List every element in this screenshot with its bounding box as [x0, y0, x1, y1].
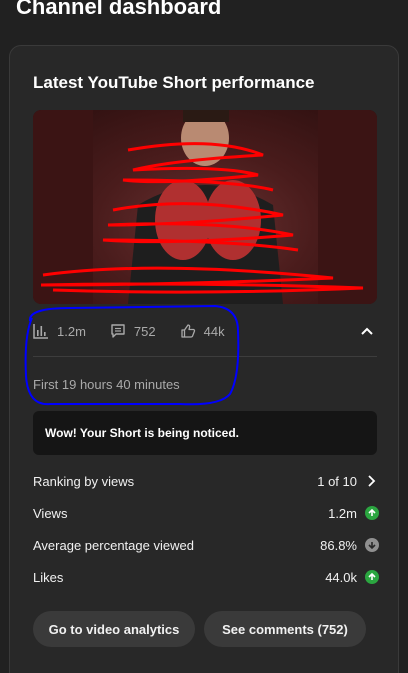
collapse-button[interactable] [357, 321, 377, 341]
arrow-down-icon [365, 538, 379, 552]
card-title: Latest YouTube Short performance [33, 73, 315, 92]
ranking-label: Ranking by views [33, 473, 135, 489]
views-label: Views [33, 505, 68, 521]
bar-chart-icon [33, 324, 48, 339]
avg-percentage-row: Average percentage viewed 86.8% [33, 535, 379, 555]
chevron-right-icon [368, 475, 376, 487]
likes-value: 44.0k [325, 569, 357, 585]
views-value: 1.2m [328, 505, 357, 521]
likes-row: Likes 44.0k [33, 567, 379, 587]
arrow-up-icon [365, 570, 379, 584]
comment-icon [111, 324, 125, 338]
avg-percentage-value: 86.8% [320, 537, 357, 553]
likes-count: 44k [203, 323, 225, 339]
chevron-up-icon [361, 327, 373, 335]
stats-row: 1.2m 752 44k [33, 321, 377, 341]
notice-banner: Wow! Your Short is being noticed. [33, 411, 377, 455]
divider [33, 356, 377, 357]
likes-stat: 44k [180, 323, 225, 339]
go-to-analytics-button[interactable]: Go to video analytics [33, 611, 195, 647]
thumbs-up-icon [180, 324, 195, 338]
thumbnail-scribble [33, 110, 377, 304]
ranking-value: 1 of 10 [317, 473, 357, 489]
views-stat: 1.2m [33, 323, 86, 339]
comments-stat: 752 [110, 323, 156, 339]
time-period-label: First 19 hours 40 minutes [33, 377, 180, 392]
short-performance-card: Latest YouTube Short performance 1.2m 75… [9, 45, 399, 673]
ranking-row[interactable]: Ranking by views 1 of 10 [33, 471, 379, 491]
arrow-up-icon [365, 506, 379, 520]
short-thumbnail[interactable] [33, 110, 377, 304]
comments-count: 752 [133, 323, 156, 339]
avg-percentage-label: Average percentage viewed [33, 537, 194, 553]
see-comments-button[interactable]: See comments (752) [204, 611, 366, 647]
page-title: Channel dashboard [16, 0, 222, 19]
views-count: 1.2m [57, 323, 86, 339]
likes-label: Likes [33, 569, 64, 585]
views-row: Views 1.2m [33, 503, 379, 523]
